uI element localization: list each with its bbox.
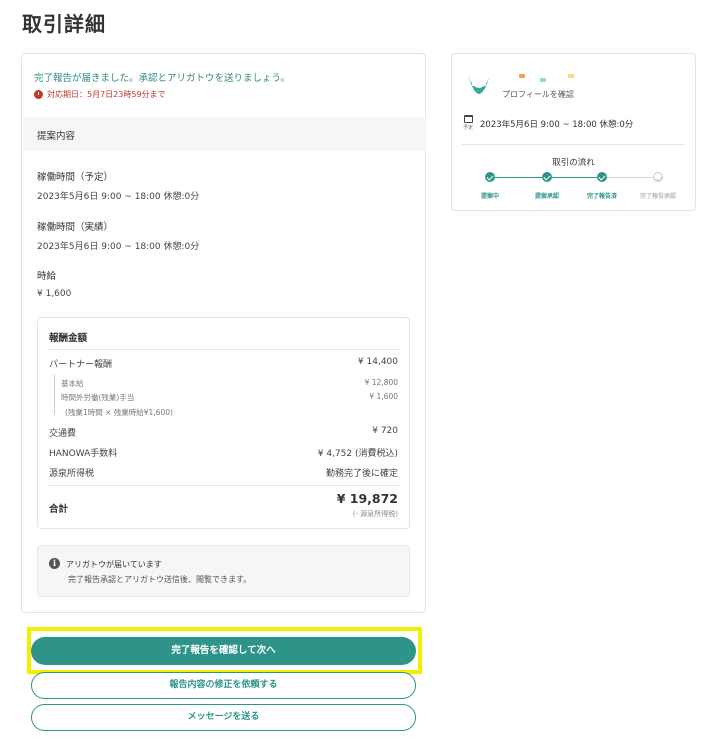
transport-label: 交通費 xyxy=(49,429,77,439)
decor-dot xyxy=(540,78,546,82)
flow-connector xyxy=(552,177,597,178)
step-1-check-icon xyxy=(485,172,495,182)
decor-dot xyxy=(568,74,574,78)
sub-items-bar xyxy=(54,375,55,415)
withholding-tax-row: 源泉所得税 勤務完了後に確定 xyxy=(49,466,398,479)
info-icon: i xyxy=(49,558,60,569)
proposal-card: 完了報告が届きました。承認とアリガトウを送りましょう。 対応期日：5月7日23時… xyxy=(21,53,426,613)
transport-value: ¥ 720 xyxy=(372,426,398,436)
commission-label: HANOWA手数料 xyxy=(49,449,118,459)
fee-breakdown: 報酬金額 パートナー報酬 ¥ 14,400 基本給 ¥ 12,800 時間外労働… xyxy=(37,317,410,529)
calendar-icon xyxy=(464,115,473,123)
avatar-logo[interactable] xyxy=(466,73,492,97)
partner-summary-card: プロフィールを確認 予定 2023年5月6日 9:00 ~ 18:00 休憩:0… xyxy=(451,53,696,211)
step-3-label: 完了報告済 xyxy=(586,193,617,200)
step-4-check-icon xyxy=(653,172,663,182)
deadline-text: 対応期日：5月7日23時59分まで xyxy=(47,90,166,99)
planned-hours-value: 2023年5月6日 9:00 ~ 18:00 休憩:0分 xyxy=(37,192,200,202)
step-2-label: 提案承認 xyxy=(534,193,559,200)
divider xyxy=(462,144,685,145)
deadline-row: 対応期日：5月7日23時59分まで xyxy=(34,89,166,100)
total-value: ¥ 19,872 xyxy=(336,491,398,506)
clock-icon xyxy=(34,90,43,99)
confirm-report-button[interactable]: 完了報告を確認して次へ xyxy=(31,637,416,665)
flow-connector xyxy=(495,177,542,178)
overtime-row: 時間外労働(残業)手当 ¥ 1,600 xyxy=(61,392,398,403)
step-4-label: 完了報告承認 xyxy=(639,193,676,200)
base-pay-row: 基本給 ¥ 12,800 xyxy=(61,378,398,389)
flow-connector xyxy=(607,177,653,178)
send-message-button[interactable]: メッセージを送る xyxy=(31,704,416,731)
page-title: 取引詳細 xyxy=(22,12,106,36)
decor-dot xyxy=(519,74,525,78)
total-label: 合計 xyxy=(49,504,69,515)
overtime-label: 時間外労働(残業)手当 xyxy=(61,393,135,402)
step-3-check-icon xyxy=(597,172,607,182)
flow-title: 取引の流れ xyxy=(552,158,595,168)
planned-hours-label: 稼働時間（予定） xyxy=(37,172,114,183)
info-title: アリガトウが届いています xyxy=(66,560,162,569)
arigato-info-box: i アリガトウが届いています 完了報告承認とアリガトウ送信後、閲覧できます。 xyxy=(37,545,410,597)
commission-row: HANOWA手数料 ¥ 4,752 (消費税込) xyxy=(49,446,398,459)
total-note: (- 源泉所得税) xyxy=(352,510,398,518)
hourly-wage-value: ¥ 1,600 xyxy=(37,289,72,299)
overtime-value: ¥ 1,600 xyxy=(369,392,398,401)
base-pay-value: ¥ 12,800 xyxy=(364,378,398,387)
partner-fee-row: パートナー報酬 ¥ 14,400 xyxy=(49,357,398,370)
commission-value: ¥ 4,752 (消費税込) xyxy=(317,449,398,459)
withholding-tax-value: 勤務完了後に確定 xyxy=(325,469,398,479)
actual-hours-value: 2023年5月6日 9:00 ~ 18:00 休憩:0分 xyxy=(37,242,200,252)
fee-title: 報酬金額 xyxy=(49,333,88,344)
withholding-tax-label: 源泉所得税 xyxy=(49,469,95,479)
partner-fee-value: ¥ 14,400 xyxy=(357,357,398,367)
calendar-sub-label: 予定 xyxy=(463,125,474,131)
overtime-note: (残業1時間 × 残業時給¥1,600) xyxy=(65,408,173,417)
actual-hours-label: 稼働時間（実績） xyxy=(37,222,114,233)
divider xyxy=(48,485,400,486)
request-revision-button[interactable]: 報告内容の修正を依頼する xyxy=(31,672,416,699)
base-pay-label: 基本給 xyxy=(61,379,84,388)
completion-notice: 完了報告が届きました。承認とアリガトウを送りましょう。 xyxy=(34,73,290,84)
transport-row: 交通費 ¥ 720 xyxy=(49,426,398,439)
partner-fee-label: パートナー報酬 xyxy=(49,360,113,370)
step-1-label: 提案中 xyxy=(480,193,499,200)
hourly-wage-label: 時給 xyxy=(37,271,57,282)
schedule-date: 2023年5月6日 9:00 ~ 18:00 休憩:0分 xyxy=(480,120,634,130)
section-title: 提案内容 xyxy=(37,131,76,142)
profile-link[interactable]: プロフィールを確認 xyxy=(502,89,574,100)
divider xyxy=(48,349,400,350)
step-2-check-icon xyxy=(542,172,552,182)
section-header: 提案内容 xyxy=(23,117,426,151)
info-text: 完了報告承認とアリガトウ送信後、閲覧できます。 xyxy=(68,575,252,584)
